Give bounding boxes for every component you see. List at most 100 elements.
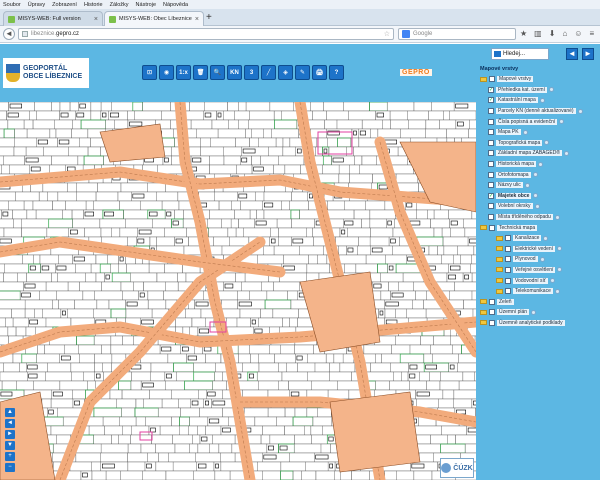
info-icon[interactable]: [554, 288, 560, 294]
info-icon[interactable]: [539, 256, 545, 262]
layer-row[interactable]: ✓ Přehledka kat. území: [480, 85, 596, 96]
info-icon[interactable]: [564, 150, 570, 156]
info-icon[interactable]: [559, 119, 565, 125]
layer-row[interactable]: Telekomunikace: [480, 286, 596, 297]
layer-row[interactable]: Technická mapa: [480, 222, 596, 233]
toolbar-button[interactable]: ╱: [261, 65, 276, 80]
info-icon[interactable]: [544, 140, 550, 146]
tab-full-version[interactable]: MISYS-WEB: Full version ×: [3, 11, 103, 26]
library-icon[interactable]: ▥: [534, 29, 542, 38]
layer-checkbox[interactable]: [488, 214, 494, 221]
geoportal-logo[interactable]: GEOPORTÁL OBCE LÍBEZNICE: [3, 58, 89, 88]
layer-row[interactable]: Veřejné osvětlení: [480, 265, 596, 276]
map-nav-button[interactable]: +: [5, 452, 15, 461]
layer-row[interactable]: Místa tříděného odpadu: [480, 212, 596, 223]
layer-row[interactable]: Územní plán: [480, 307, 596, 318]
feedback-icon[interactable]: ☺: [574, 29, 582, 38]
folder-icon[interactable]: [480, 309, 487, 315]
map-nav-button[interactable]: ▼: [5, 441, 15, 450]
info-icon[interactable]: [537, 161, 543, 167]
info-icon[interactable]: [533, 193, 539, 199]
layer-checkbox[interactable]: [505, 288, 511, 295]
layer-row[interactable]: Základní mapa ZABAGED®: [480, 148, 596, 159]
layer-checkbox[interactable]: [488, 203, 494, 210]
close-tab-icon[interactable]: ×: [94, 16, 98, 23]
back-button[interactable]: ◄: [3, 28, 15, 40]
toolbar-button[interactable]: 🔍: [210, 65, 225, 80]
layer-checkbox[interactable]: ✓: [488, 192, 494, 199]
layer-row[interactable]: Mapa PK: [480, 127, 596, 138]
layer-checkbox[interactable]: [488, 161, 494, 168]
folder-icon[interactable]: [496, 246, 503, 252]
layer-checkbox[interactable]: [489, 319, 495, 326]
layer-row[interactable]: Čísla popisná a evidenční: [480, 116, 596, 127]
layer-row[interactable]: Mapové vrstvy: [480, 74, 596, 85]
layer-row[interactable]: Elektrické vedení: [480, 244, 596, 255]
folder-icon[interactable]: [496, 235, 503, 241]
menu-item[interactable]: Soubor: [3, 2, 21, 8]
menu-icon[interactable]: ≡: [589, 29, 594, 38]
layer-checkbox[interactable]: [489, 298, 495, 305]
home-icon[interactable]: ⌂: [562, 29, 567, 38]
layer-row[interactable]: ✓ Katastrální mapa: [480, 95, 596, 106]
folder-icon[interactable]: [480, 225, 487, 231]
layer-checkbox[interactable]: [505, 235, 511, 242]
info-icon[interactable]: [534, 203, 540, 209]
layer-row[interactable]: Plynovod: [480, 254, 596, 265]
info-icon[interactable]: [532, 172, 538, 178]
layer-row[interactable]: ✓ Majetek obce: [480, 191, 596, 202]
layer-checkbox[interactable]: [488, 108, 494, 115]
layer-row[interactable]: Zeleň: [480, 296, 596, 307]
info-icon[interactable]: [557, 267, 563, 273]
layer-checkbox[interactable]: [489, 76, 495, 83]
info-icon[interactable]: [548, 87, 554, 93]
map-nav-button[interactable]: −: [5, 463, 15, 472]
info-icon[interactable]: [539, 97, 545, 103]
menu-item[interactable]: Úpravy: [28, 2, 45, 8]
search-bar[interactable]: Google: [398, 28, 516, 40]
folder-icon[interactable]: [480, 320, 487, 326]
layer-checkbox[interactable]: ✓: [488, 97, 494, 104]
bookmark-star-icon[interactable]: ☆: [384, 30, 390, 38]
toolbar-button[interactable]: ?: [329, 65, 344, 80]
layer-checkbox[interactable]: [488, 150, 494, 157]
toolbar-button[interactable]: 🖨: [312, 65, 327, 80]
prev-button[interactable]: ◄: [566, 48, 578, 60]
map-nav-button[interactable]: ◄: [5, 419, 15, 428]
new-tab-button[interactable]: +: [206, 12, 212, 23]
folder-icon[interactable]: [496, 288, 503, 294]
info-icon[interactable]: [557, 246, 563, 252]
layer-checkbox[interactable]: [488, 139, 494, 146]
url-bar[interactable]: libeznice.gepro.cz ☆: [18, 28, 394, 40]
toolbar-button[interactable]: 🗑: [193, 65, 208, 80]
menu-item[interactable]: Zobrazení: [52, 2, 77, 8]
folder-icon[interactable]: [496, 256, 503, 262]
cadastral-map[interactable]: ▲ ◄ ► ▼ + −: [0, 102, 476, 480]
download-icon[interactable]: ⬇: [549, 29, 556, 38]
toolbar-button[interactable]: KN: [227, 65, 242, 80]
close-tab-icon[interactable]: ×: [195, 16, 199, 23]
info-icon[interactable]: [577, 108, 583, 114]
info-icon[interactable]: [522, 129, 528, 135]
layer-checkbox[interactable]: [488, 118, 494, 125]
layer-checkbox[interactable]: [489, 224, 495, 231]
folder-icon[interactable]: [496, 278, 503, 284]
toolbar-button[interactable]: ✎: [295, 65, 310, 80]
star-icon[interactable]: ★: [520, 29, 527, 38]
menu-item[interactable]: Historie: [84, 2, 103, 8]
menu-item[interactable]: Nápověda: [163, 2, 188, 8]
info-icon[interactable]: [549, 278, 555, 284]
layer-checkbox[interactable]: ✓: [488, 86, 494, 93]
map-nav-button[interactable]: ►: [5, 430, 15, 439]
folder-icon[interactable]: [480, 76, 487, 82]
tab-obec-libeznice[interactable]: MISYS-WEB: Obec Líbeznice ×: [104, 11, 204, 26]
layer-checkbox[interactable]: [505, 245, 511, 252]
layer-row[interactable]: Kanalizace: [480, 233, 596, 244]
menu-item[interactable]: Záložky: [110, 2, 129, 8]
toolbar-button[interactable]: 3: [244, 65, 259, 80]
layer-checkbox[interactable]: [505, 256, 511, 263]
toolbar-button[interactable]: ⊡: [142, 65, 157, 80]
layer-row[interactable]: Vodovodní síť: [480, 275, 596, 286]
layer-row[interactable]: Územně analytické podklady: [480, 318, 596, 329]
layer-checkbox[interactable]: [505, 266, 511, 273]
